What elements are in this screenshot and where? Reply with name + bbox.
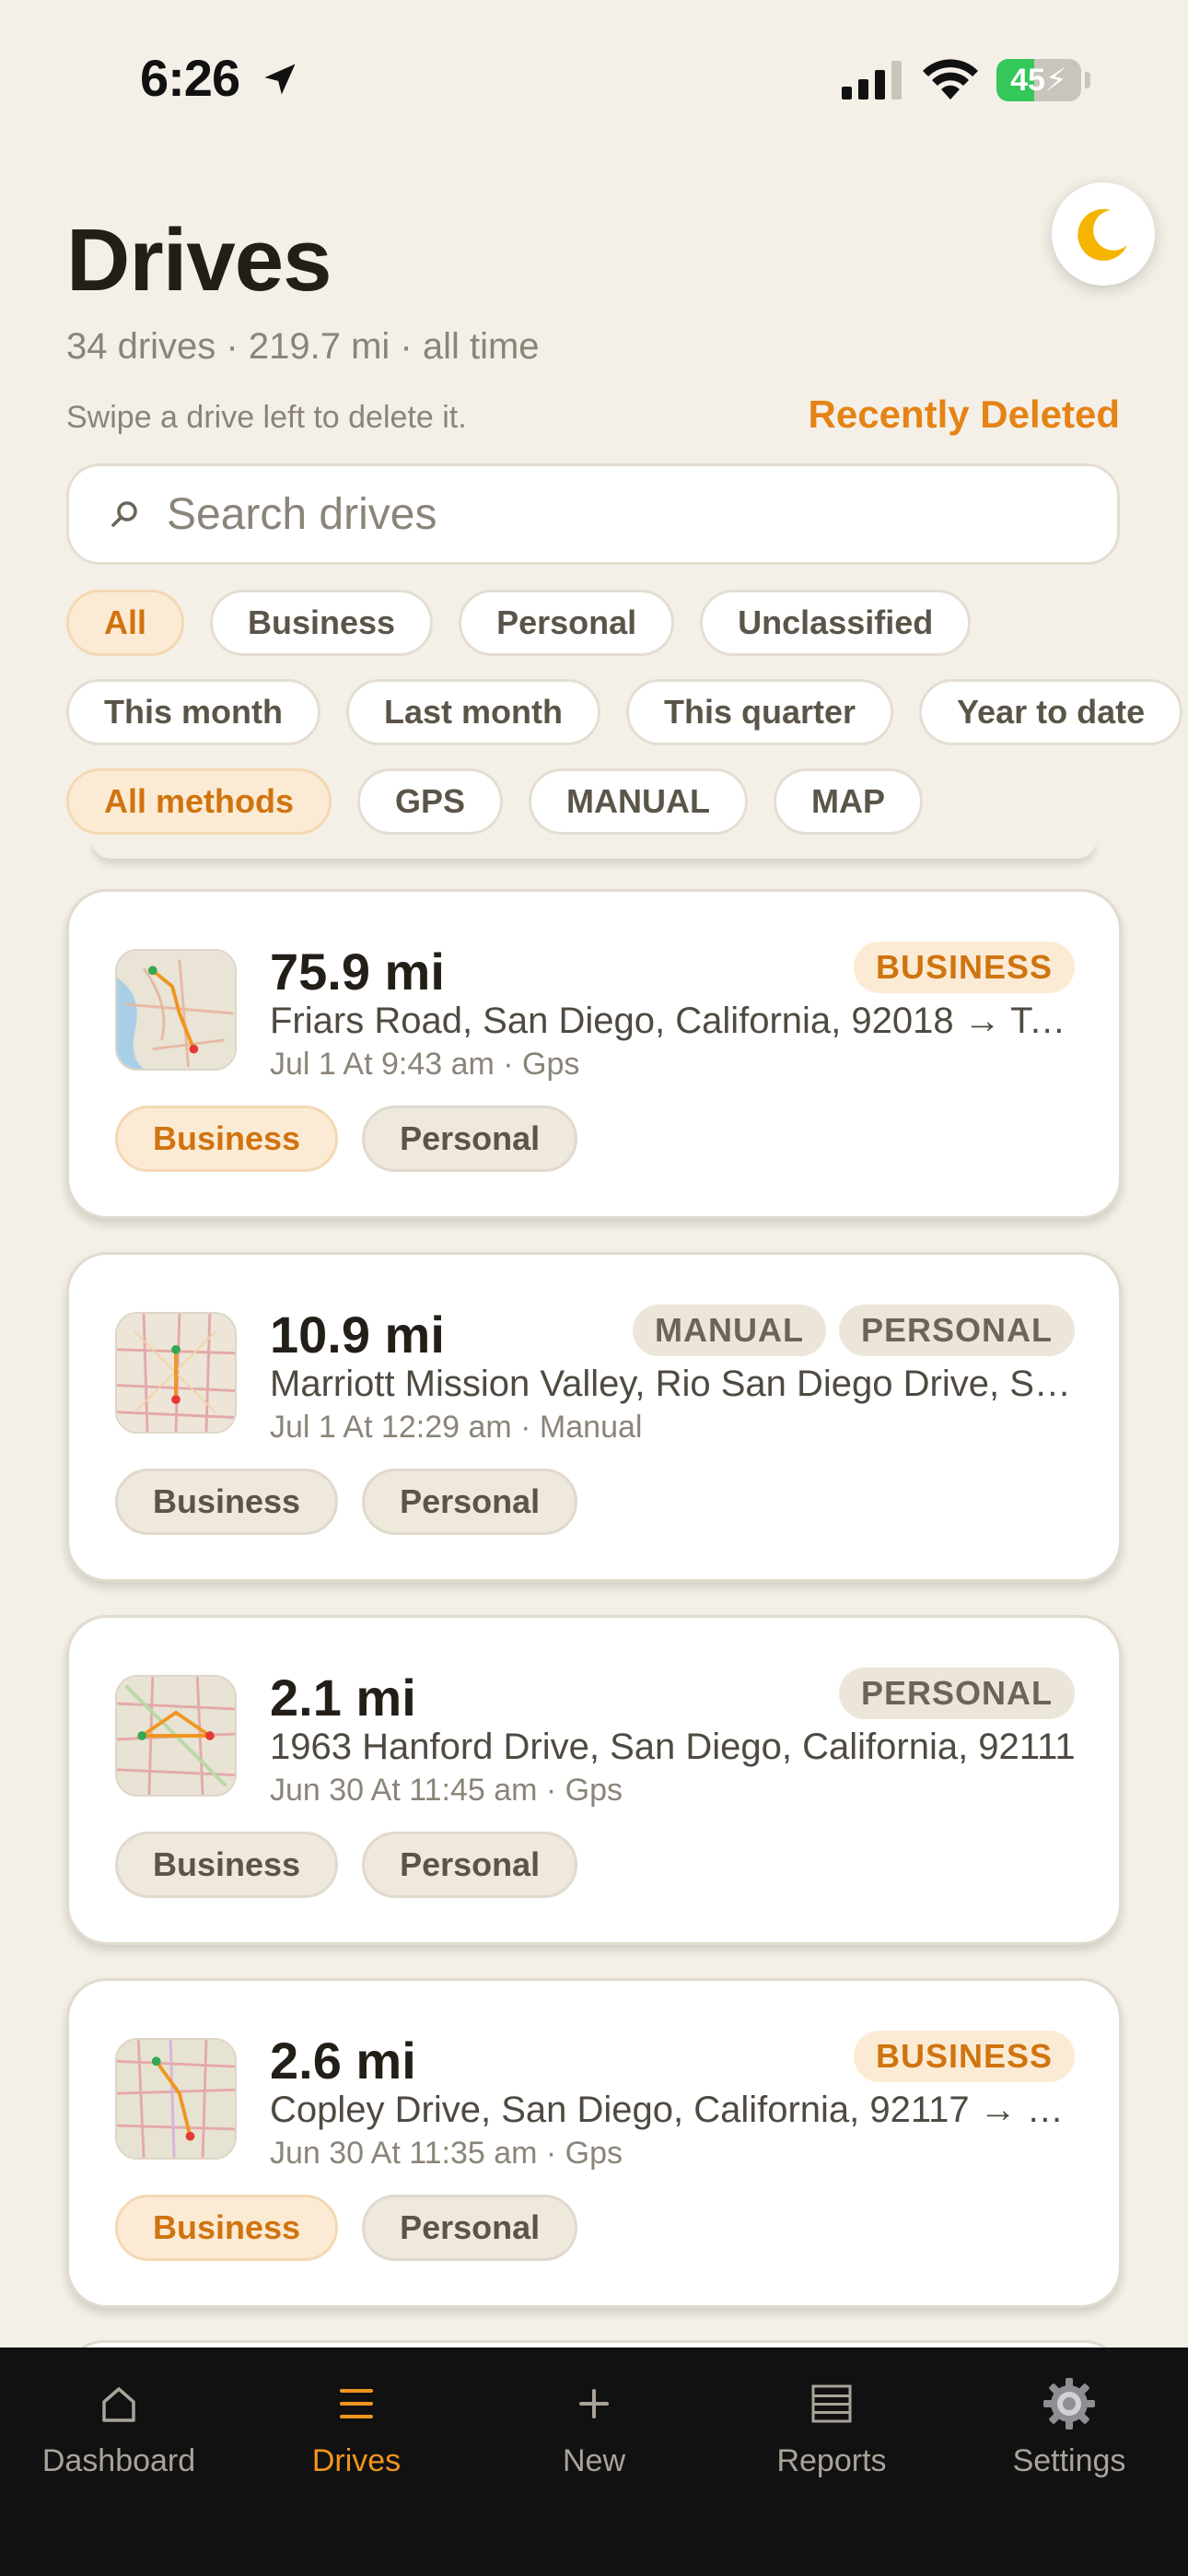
drive-card[interactable]: 75.9 mi BUSINESS Friars Road, San Diego,… [66,889,1122,1219]
classify-business-button[interactable]: Business [115,1106,339,1172]
tab-drives[interactable]: Drives [238,2348,475,2504]
drive-meta: Jun 30 At 11:35 am · Gps [270,2136,623,2171]
drive-route: Marriott Mission Valley, Rio San Diego D… [270,1364,1080,1404]
classify-business-button[interactable]: Business [115,1469,339,1535]
battery-level-text: 45⚡ [1010,63,1067,98]
tab-label: Dashboard [41,2443,196,2478]
method-filter-row: All methods GPS MANUAL MAP [66,768,924,835]
drive-meta: Jun 30 At 11:45 am · Gps [270,1773,623,1808]
list-icon [338,2375,375,2432]
filter-chip-all-methods[interactable]: All methods [66,768,332,835]
filter-chip-all[interactable]: All [66,590,185,656]
filter-chip-personal[interactable]: Personal [459,590,675,656]
tab-dashboard[interactable]: Dashboard [0,2348,238,2504]
classification-badge: PERSONAL [838,1305,1075,1356]
classify-personal-button[interactable]: Personal [362,1469,578,1535]
tab-label: New [562,2443,626,2478]
home-icon [100,2375,137,2432]
tab-new[interactable]: New [475,2348,713,2504]
drive-card[interactable]: 10.9 mi MANUAL PERSONAL Marriott Mission… [66,1252,1122,1582]
search-input[interactable] [167,488,1069,540]
tab-bar: Dashboard Drives New Reports Settings [0,2348,1188,2576]
classify-buttons: Business Personal [115,2195,578,2261]
filter-chip-gps[interactable]: GPS [357,768,504,835]
tab-label: Drives [311,2443,402,2478]
drive-badges: BUSINESS [853,2031,1075,2082]
list-top-edge [92,840,1096,859]
filter-chip-year-to-date[interactable]: Year to date [919,679,1183,745]
filter-chip-map[interactable]: MAP [774,768,924,835]
drive-card[interactable]: 2.6 mi BUSINESS Copley Drive, San Diego,… [66,1978,1122,2308]
status-time: 6:26 [140,49,240,107]
gear-icon [1042,2375,1097,2432]
classify-buttons: Business Personal [115,1832,578,1898]
tab-reports[interactable]: Reports [713,2348,950,2504]
classify-personal-button[interactable]: Personal [362,1832,578,1898]
moon-icon [1077,208,1127,261]
classification-badge: BUSINESS [853,2031,1075,2082]
filter-chip-this-quarter[interactable]: This quarter [625,679,894,745]
classify-buttons: Business Personal [115,1469,578,1535]
filter-chip-this-month[interactable]: This month [66,679,320,745]
filter-chip-last-month[interactable]: Last month [345,679,600,745]
status-bar: 6:26 45⚡ [0,0,1188,157]
classify-personal-button[interactable]: Personal [362,1106,578,1172]
filter-chip-manual[interactable]: MANUAL [529,768,749,835]
drive-badges: PERSONAL [838,1668,1075,1719]
classify-business-button[interactable]: Business [115,1832,339,1898]
drive-route: Friars Road, San Diego, California, 9201… [270,1001,1080,1041]
route-map-thumbnail [115,1675,237,1797]
location-arrow-icon [264,64,296,95]
drive-card[interactable]: 2.1 mi PERSONAL 1963 Hanford Drive, San … [66,1615,1122,1945]
route-map-thumbnail [115,1312,237,1434]
plus-icon [576,2375,612,2432]
battery-nub [1085,72,1090,88]
classify-personal-button[interactable]: Personal [362,2195,578,2261]
drive-distance: 2.1 mi [270,1669,416,1727]
page-title: Drives [66,211,332,310]
drive-badges: MANUAL PERSONAL [632,1305,1075,1356]
drive-meta: Jul 1 At 9:43 am · Gps [270,1047,580,1082]
tab-settings[interactable]: Settings [950,2348,1188,2504]
wifi-icon [923,59,978,100]
recently-deleted-link[interactable]: Recently Deleted [809,392,1120,437]
drive-route: 1963 Hanford Drive, San Diego, Californi… [270,1727,1076,1767]
battery-indicator: 45⚡ [996,59,1081,101]
drive-route: Copley Drive, San Diego, California, 921… [270,2090,1080,2130]
classification-filter-row: All Business Personal Unclassified [66,590,972,656]
drive-badges: BUSINESS [853,942,1075,993]
search-bar[interactable] [66,463,1120,565]
classify-buttons: Business Personal [115,1106,578,1172]
classification-badge: PERSONAL [838,1668,1075,1719]
swipe-hint: Swipe a drive left to delete it. [66,400,467,435]
period-filter-row: This month Last month This quarter Year … [66,679,1183,745]
route-map-thumbnail [115,949,237,1071]
route-map-thumbnail [115,2038,237,2160]
drive-distance: 75.9 mi [270,943,445,1001]
drive-meta: Jul 1 At 12:29 am · Manual [270,1410,643,1445]
cellular-signal-icon [842,61,902,100]
filter-chip-unclassified[interactable]: Unclassified [700,590,972,656]
drive-distance: 2.6 mi [270,2032,416,2090]
drive-distance: 10.9 mi [270,1306,445,1364]
dark-mode-toggle-button[interactable] [1052,182,1155,286]
classification-badge: BUSINESS [853,942,1075,993]
method-badge: MANUAL [632,1305,826,1356]
search-icon [111,501,137,527]
reports-icon [810,2375,853,2432]
tab-label: Reports [776,2443,887,2478]
filter-chip-business[interactable]: Business [210,590,434,656]
tab-label: Settings [1012,2443,1126,2478]
drives-summary: 34 drives · 219.7 mi · all time [66,326,540,367]
classify-business-button[interactable]: Business [115,2195,339,2261]
